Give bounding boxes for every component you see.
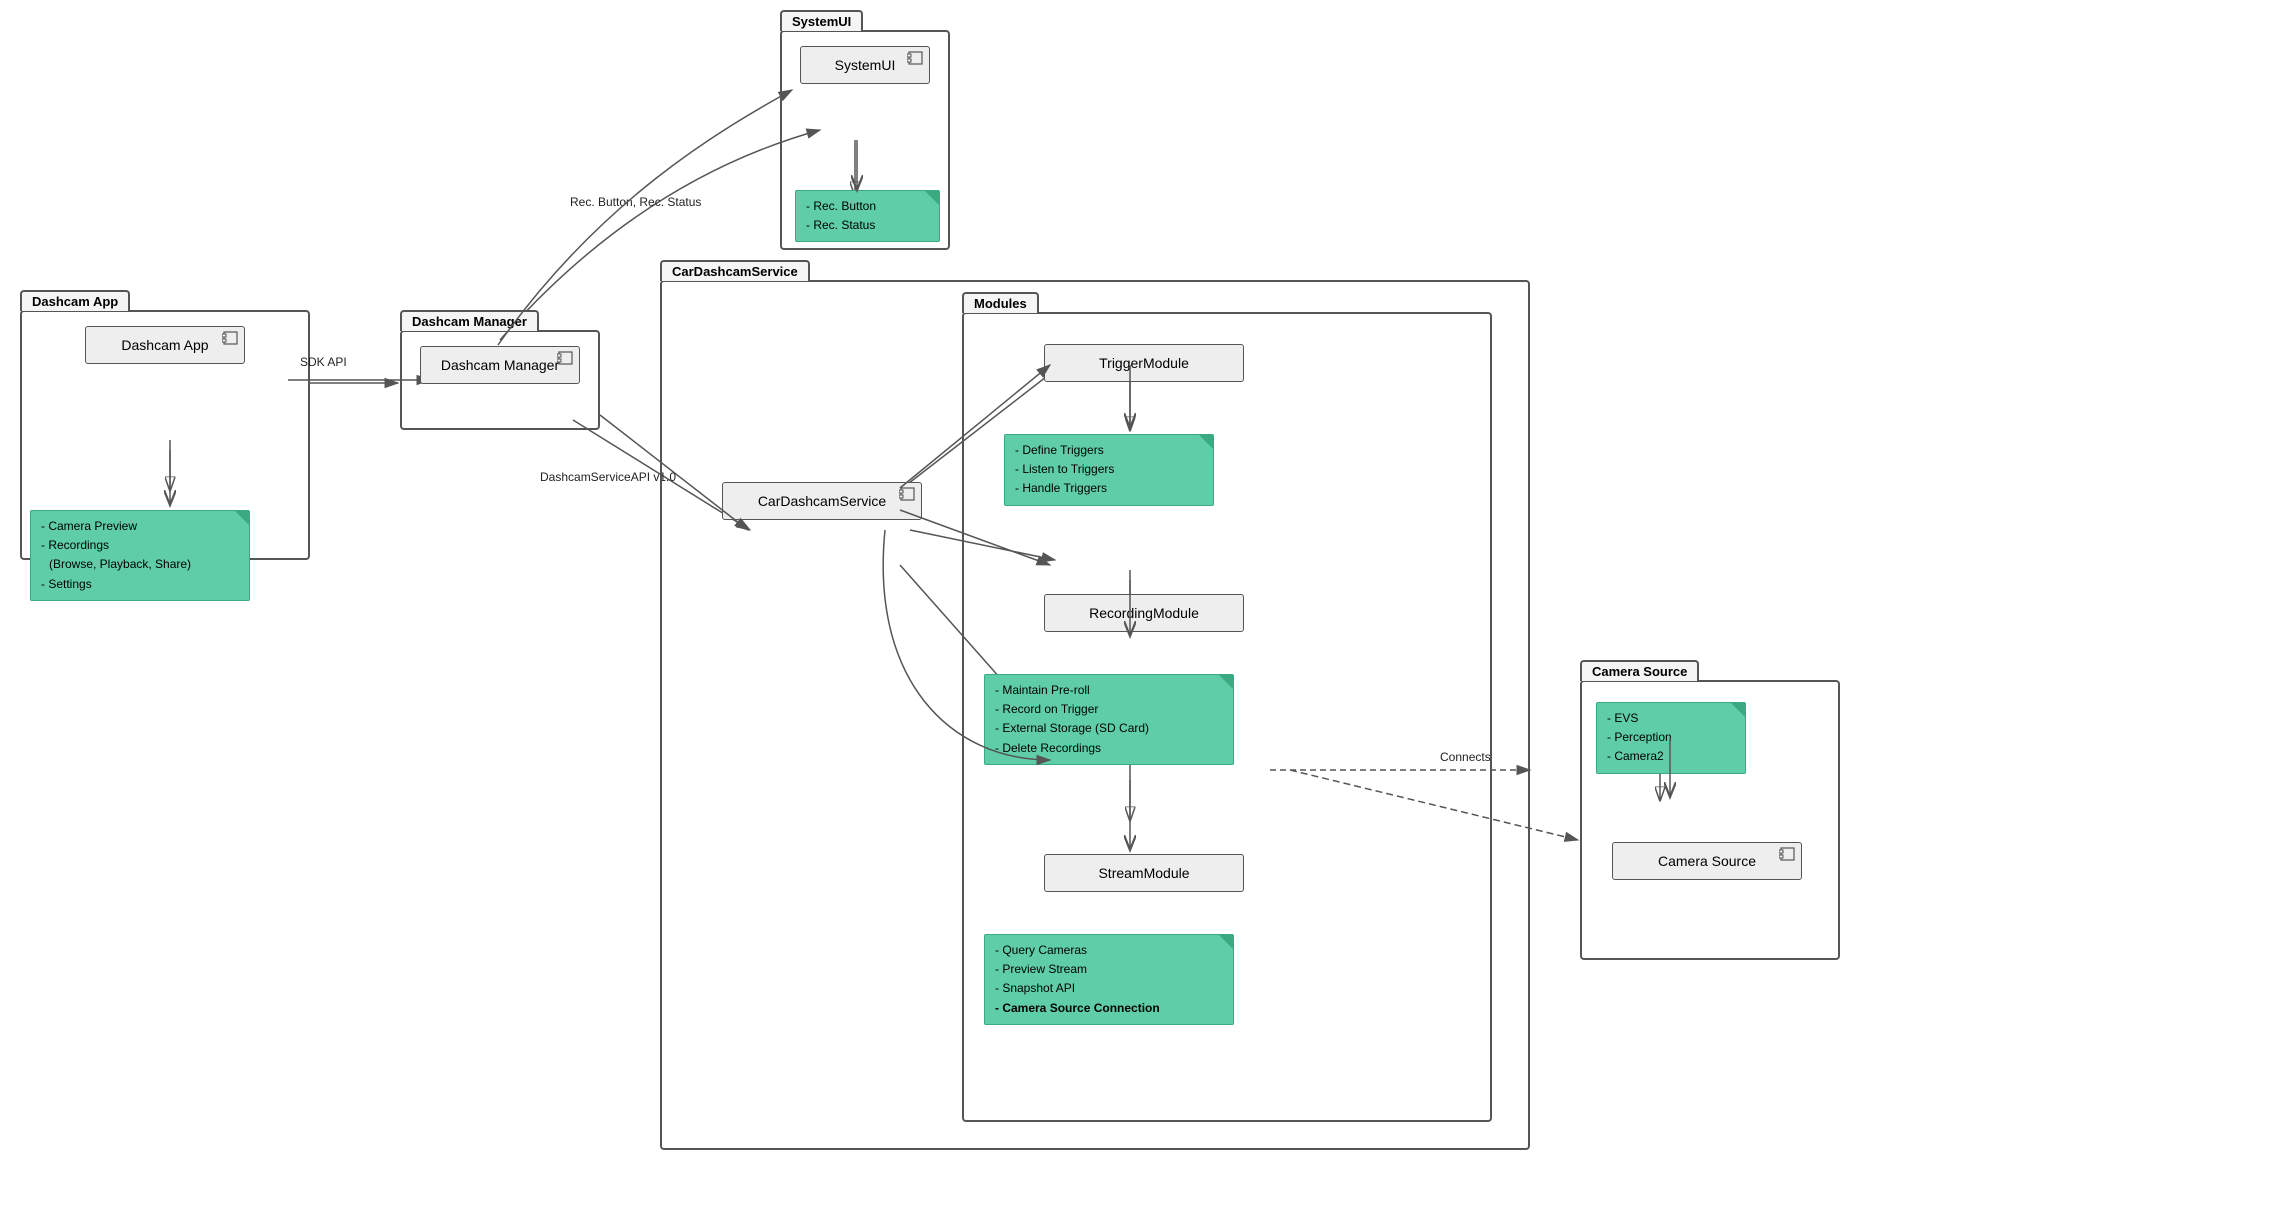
- diagram-container: Dashcam App Dashcam App - Camera Preview…: [0, 0, 2286, 1208]
- stream-note-line1: - Query Cameras: [995, 941, 1223, 960]
- car-dashcam-service-tab: CarDashcamService: [660, 260, 810, 281]
- camera-source-tab: Camera Source: [1580, 660, 1699, 681]
- rec-button-label: Rec. Button, Rec. Status: [570, 195, 701, 209]
- dashcam-app-note: - Camera Preview - Recordings (Browse, P…: [30, 510, 250, 601]
- dashcam-app-note-line4: - Settings: [41, 575, 239, 594]
- dashcam-manager-component: Dashcam Manager: [420, 346, 580, 384]
- dashcam-app-note-line1: - Camera Preview: [41, 517, 239, 536]
- stream-module-label: StreamModule: [1098, 865, 1189, 881]
- dashcam-app-label: Dashcam App: [121, 337, 208, 353]
- camera-note-line1: - EVS: [1607, 709, 1735, 728]
- car-dashcam-service-label: CarDashcamService: [758, 493, 886, 509]
- dashcam-app-note-line3: (Browse, Playback, Share): [41, 555, 239, 574]
- systemui-note-line1: - Rec. Button: [806, 197, 929, 216]
- dashcam-app-package-tab: Dashcam App: [20, 290, 130, 311]
- recording-note-line2: - Record on Trigger: [995, 700, 1223, 719]
- recording-note-line3: - External Storage (SD Card): [995, 719, 1223, 738]
- stream-note-line2: - Preview Stream: [995, 960, 1223, 979]
- stream-note-line4: - Camera Source Connection: [995, 999, 1223, 1018]
- connects-label: Connects: [1440, 750, 1491, 764]
- sdk-api-label: SDK API: [300, 355, 347, 369]
- trigger-module-note: - Define Triggers - Listen to Triggers -…: [1004, 434, 1214, 506]
- recording-note-line1: - Maintain Pre-roll: [995, 681, 1223, 700]
- stream-module-note: - Query Cameras - Preview Stream - Snaps…: [984, 934, 1234, 1025]
- trigger-note-line3: - Handle Triggers: [1015, 479, 1203, 498]
- systemui-component: SystemUI: [800, 46, 930, 84]
- camera-source-note: - EVS - Perception - Camera2: [1596, 702, 1746, 774]
- systemui-note: - Rec. Button - Rec. Status: [795, 190, 940, 242]
- dashcam-manager-label: Dashcam Manager: [441, 357, 559, 373]
- camera-note-line2: - Perception: [1607, 728, 1735, 747]
- dashcam-manager-package: Dashcam Manager Dashcam Manager: [400, 330, 600, 430]
- camera-source-package: Camera Source - EVS - Perception - Camer…: [1580, 680, 1840, 960]
- camera-source-component: Camera Source: [1612, 842, 1802, 880]
- stream-module-component: StreamModule: [1044, 854, 1244, 892]
- component-icon-4: [899, 487, 917, 501]
- dashcam-manager-package-tab: Dashcam Manager: [400, 310, 539, 331]
- trigger-module-component: TriggerModule: [1044, 344, 1244, 382]
- component-icon-3: [907, 51, 925, 65]
- dashcam-app-note-line2: - Recordings: [41, 536, 239, 555]
- recording-module-label: RecordingModule: [1089, 605, 1199, 621]
- component-icon-5: [1779, 847, 1797, 861]
- component-icon-2: [557, 351, 575, 365]
- camera-source-label: Camera Source: [1658, 853, 1756, 869]
- car-dashcam-service-component: CarDashcamService: [722, 482, 922, 520]
- trigger-note-line2: - Listen to Triggers: [1015, 460, 1203, 479]
- trigger-note-line1: - Define Triggers: [1015, 441, 1203, 460]
- car-dashcam-service-package: CarDashcamService CarDashcamService Modu…: [660, 280, 1530, 1150]
- component-icon: [222, 331, 240, 345]
- camera-note-line3: - Camera2: [1607, 747, 1735, 766]
- dashcam-service-api-label: DashcamServiceAPI v1.0: [540, 470, 676, 484]
- modules-tab: Modules: [962, 292, 1039, 313]
- systemui-label: SystemUI: [835, 57, 896, 73]
- modules-package: Modules TriggerModule - Define Triggers …: [962, 312, 1492, 1122]
- trigger-module-label: TriggerModule: [1099, 355, 1189, 371]
- stream-note-line3: - Snapshot API: [995, 979, 1223, 998]
- recording-module-component: RecordingModule: [1044, 594, 1244, 632]
- recording-note-line4: - Delete Recordings: [995, 739, 1223, 758]
- dashcam-app-component: Dashcam App: [85, 326, 245, 364]
- systemui-package-tab: SystemUI: [780, 10, 863, 31]
- systemui-note-line2: - Rec. Status: [806, 216, 929, 235]
- recording-module-note: - Maintain Pre-roll - Record on Trigger …: [984, 674, 1234, 765]
